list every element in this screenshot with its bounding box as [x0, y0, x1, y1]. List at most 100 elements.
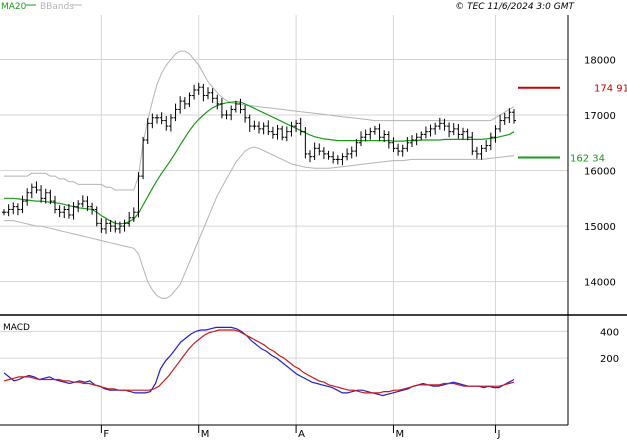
support-resistance-levels: 174 91 162 34 [518, 84, 627, 165]
price-bar [484, 140, 489, 152]
price-tick-label: 15000 [584, 222, 616, 233]
price-tick-label: 14000 [584, 278, 616, 289]
legend-bbands: BBands [40, 2, 74, 12]
legend-ma20: MA20 [1, 2, 27, 12]
price-bar [6, 204, 11, 217]
price-bar [331, 151, 336, 164]
bbands-upper-line [4, 50, 515, 191]
price-bar [29, 183, 34, 199]
price-bar [470, 132, 475, 156]
price-bar [261, 122, 266, 135]
price-tick-label: 18000 [584, 55, 616, 66]
price-bar [99, 218, 104, 233]
price-bar [414, 133, 419, 146]
month-label: M [201, 429, 210, 440]
ma20-series [4, 101, 515, 225]
price-bar [349, 146, 354, 159]
price-bar [215, 94, 220, 110]
price-bar [266, 120, 271, 136]
price-bar [210, 88, 215, 103]
price-bar [206, 87, 210, 100]
price-bar [182, 97, 187, 110]
price-bar [451, 123, 456, 136]
price-bar [317, 143, 322, 156]
price-bar [15, 203, 20, 216]
price-bar [229, 105, 234, 121]
price-bars [2, 82, 516, 234]
price-tick-label: 16000 [584, 167, 616, 178]
price-bar [159, 112, 164, 125]
price-bar [368, 127, 373, 140]
price-bar [224, 110, 229, 120]
price-bar [428, 124, 433, 137]
price-bar [498, 114, 503, 133]
price-bar [437, 117, 442, 130]
price-bar [433, 122, 438, 135]
price-bar [391, 137, 396, 152]
month-label: F [103, 429, 109, 440]
price-bar [270, 126, 275, 139]
price-bar [354, 139, 359, 157]
support-label: 162 34 [570, 154, 605, 165]
price-bar [461, 127, 465, 140]
month-label: A [298, 429, 305, 440]
price-bar [386, 131, 391, 149]
stock-chart: 174 91 162 34 14000 15000 16000 17000 18000 20… [0, 2, 627, 440]
price-bar [447, 122, 452, 138]
resistance-label: 174 91 [594, 84, 627, 95]
price-bar [53, 195, 57, 214]
price-bar [359, 131, 363, 147]
price-bar [280, 125, 285, 141]
price-bar [155, 114, 159, 124]
price-bar [252, 120, 257, 130]
price-bar [372, 125, 377, 135]
signal-line [3, 329, 515, 394]
price-bar [400, 144, 405, 157]
price-bar [257, 121, 261, 134]
price-bar [456, 124, 461, 139]
price-bar [62, 206, 67, 219]
price-bar [321, 147, 326, 160]
ma20-line [4, 101, 515, 225]
price-bar [396, 143, 401, 156]
price-bar [150, 113, 155, 129]
price-bar [488, 132, 493, 151]
price-bar [247, 114, 252, 132]
price-bar [243, 105, 248, 123]
tick-labels: 14000 15000 16000 17000 18000 200 400 F M A M J [100, 55, 619, 440]
price-bar [201, 83, 206, 102]
chart-credit: © TEC 11/6/2024 3:0 GMT [455, 2, 575, 12]
price-bar [423, 126, 428, 139]
price-bar [312, 142, 317, 161]
price-bar [80, 195, 85, 208]
price-bar [238, 98, 243, 114]
price-bar [39, 185, 44, 203]
price-bar [94, 206, 99, 227]
price-bar [187, 92, 192, 107]
price-bar [289, 121, 294, 137]
price-bar [294, 119, 299, 132]
price-bar [493, 125, 498, 143]
price-bar [34, 181, 39, 194]
price-tick-label: 17000 [584, 111, 616, 122]
price-bar [178, 96, 183, 114]
price-bar [335, 155, 340, 165]
price-bar [168, 114, 173, 132]
price-bar [76, 200, 81, 213]
price-bar [164, 115, 169, 131]
price-bar [377, 123, 382, 142]
price-bar [419, 131, 424, 141]
price-bar [303, 127, 308, 159]
price-bar [345, 148, 350, 161]
price-bar [20, 195, 25, 214]
price-bar [284, 126, 289, 142]
price-bar [141, 136, 146, 180]
bbands-lower-line [4, 146, 515, 299]
price-bar [145, 118, 150, 144]
price-bar [512, 109, 516, 124]
price-bar [308, 150, 312, 163]
price-bar [326, 150, 331, 160]
price-bar [57, 205, 62, 218]
price-bar [474, 146, 479, 159]
macd-tick-label: 200 [600, 354, 619, 365]
